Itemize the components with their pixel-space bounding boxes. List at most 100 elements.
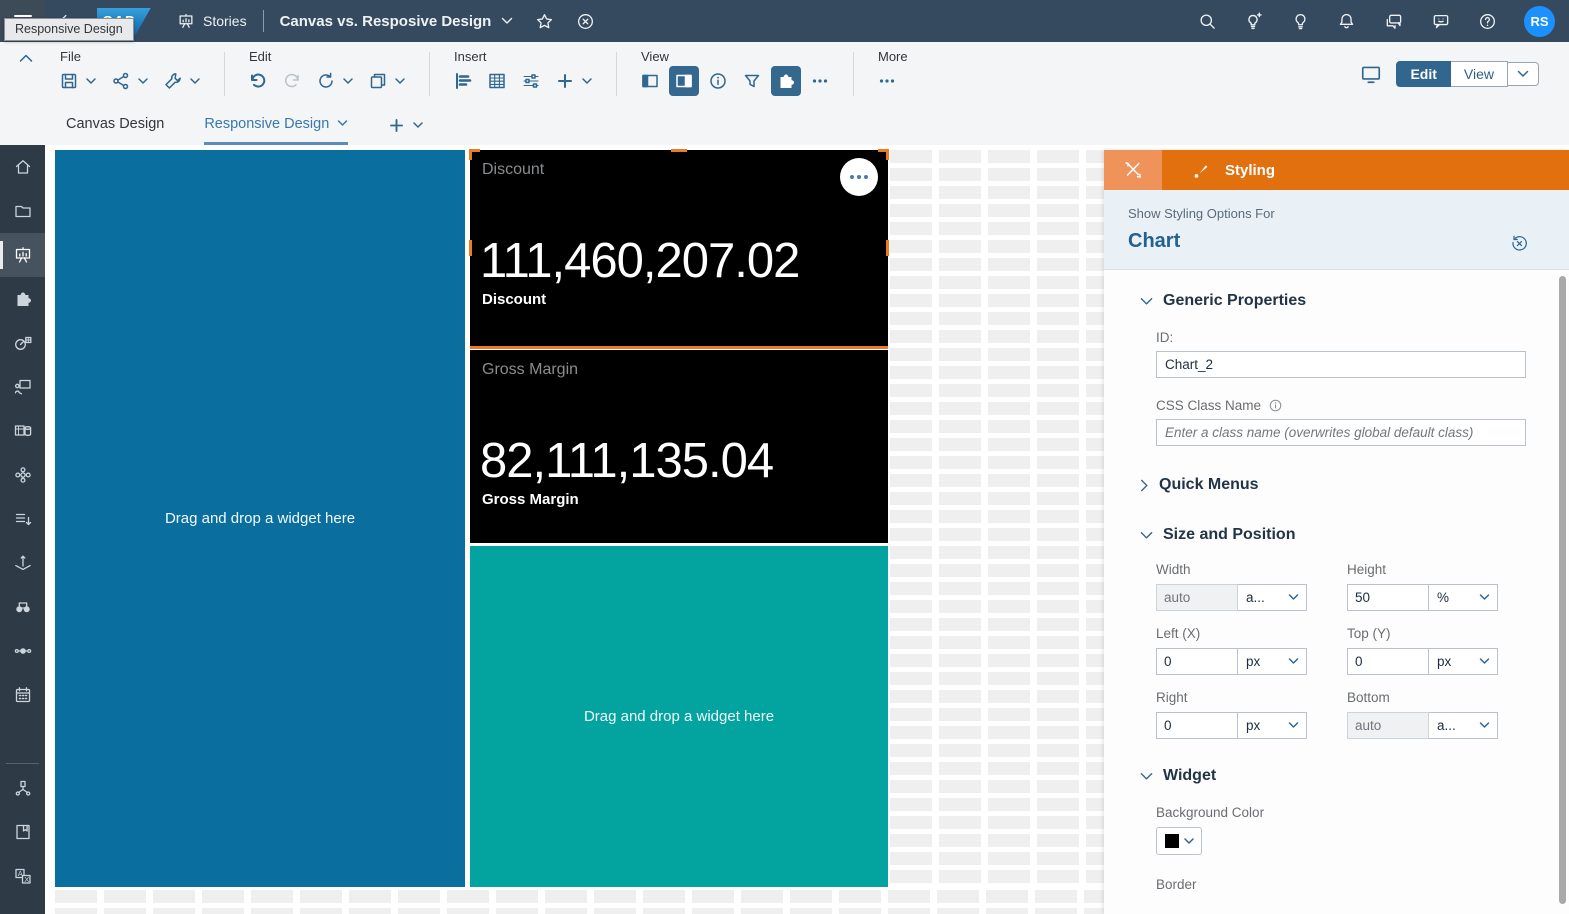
- top-y-value-input[interactable]: [1347, 648, 1429, 675]
- right-value-input[interactable]: [1156, 712, 1238, 739]
- clear-selection-button[interactable]: [1510, 234, 1529, 253]
- selection-handle[interactable]: [886, 240, 889, 256]
- nav-datasets[interactable]: [0, 409, 45, 453]
- right-unit-select[interactable]: px: [1238, 712, 1307, 739]
- story-title-menu[interactable]: Canvas vs. Resposive Design: [280, 13, 514, 30]
- nav-digital-boardroom[interactable]: [0, 321, 45, 365]
- nav-analytic-applications[interactable]: [0, 277, 45, 321]
- mode-menu-chevron[interactable]: [1508, 62, 1539, 86]
- refresh-menu-chevron[interactable]: [343, 77, 353, 85]
- chevron-down-icon: [1288, 658, 1299, 664]
- selection-handle[interactable]: [469, 149, 480, 160]
- feedback-button[interactable]: [1431, 12, 1451, 31]
- selection-handle[interactable]: [469, 240, 472, 256]
- selection-handle[interactable]: [671, 149, 687, 152]
- right-panel-toggle[interactable]: [669, 66, 699, 96]
- nav-calendar[interactable]: [0, 673, 45, 717]
- nav-stories[interactable]: [0, 233, 45, 277]
- left-x-unit-select[interactable]: px: [1238, 648, 1307, 675]
- kpi-tile-discount[interactable]: Discount 111,460,207.02 Discount: [469, 149, 889, 349]
- user-avatar[interactable]: RS: [1524, 5, 1555, 37]
- id-input[interactable]: [1156, 351, 1526, 378]
- left-panel-toggle[interactable]: [635, 66, 665, 96]
- share-menu-chevron[interactable]: [138, 77, 148, 85]
- product-switch[interactable]: Stories: [177, 12, 247, 30]
- undo-button[interactable]: [243, 66, 273, 96]
- section-widget[interactable]: Widget: [1140, 767, 1569, 785]
- nav-security[interactable]: [0, 766, 45, 810]
- nav-translation[interactable]: AX: [0, 854, 45, 898]
- nav-presentations[interactable]: [0, 365, 45, 409]
- tools-menu-chevron[interactable]: [190, 77, 200, 85]
- builder-tab[interactable]: [1104, 150, 1162, 190]
- toolbar: File Edit Insert View More Edit View: [0, 42, 1569, 106]
- selection-resize-edge[interactable]: [470, 346, 888, 349]
- styling-tab[interactable]: Styling: [1192, 161, 1275, 180]
- nav-search-to-insight[interactable]: [0, 585, 45, 629]
- section-size-position[interactable]: Size and Position: [1140, 526, 1569, 544]
- insert-menu-chevron[interactable]: [582, 77, 592, 85]
- height-unit-select[interactable]: %: [1429, 584, 1498, 611]
- kpi-tile-gross-margin[interactable]: Gross Margin 82,111,135.04 Gross Margin: [470, 350, 888, 543]
- widget-more-actions-button[interactable]: [840, 158, 878, 196]
- bottom-unit-select[interactable]: a...: [1429, 712, 1498, 739]
- empty-widget-teal[interactable]: Drag and drop a widget here: [470, 546, 888, 887]
- nav-catalog[interactable]: [0, 810, 45, 854]
- width-unit-select[interactable]: a...: [1238, 584, 1307, 611]
- left-x-value-input[interactable]: [1156, 648, 1238, 675]
- close-story-button[interactable]: [576, 12, 595, 31]
- tab-canvas-design[interactable]: Canvas Design: [66, 106, 164, 145]
- view-more-button[interactable]: [805, 66, 835, 96]
- nav-processes[interactable]: [0, 629, 45, 673]
- nav-files[interactable]: [0, 189, 45, 233]
- discussions-button[interactable]: [1383, 12, 1404, 31]
- nav-modeler[interactable]: [0, 453, 45, 497]
- insert-input-control-button[interactable]: [516, 66, 546, 96]
- section-quick-menus[interactable]: Quick Menus: [1140, 476, 1569, 494]
- section-generic-properties[interactable]: Generic Properties: [1140, 292, 1569, 310]
- duplicate-button[interactable]: [363, 66, 393, 96]
- redo-button[interactable]: [277, 66, 307, 96]
- selection-handle[interactable]: [878, 149, 889, 160]
- save-button[interactable]: [54, 66, 84, 96]
- insights-button[interactable]: [1291, 12, 1310, 31]
- toolbar-group-view: View: [633, 42, 837, 106]
- page-tabs: Canvas Design Responsive Design: [0, 106, 1569, 145]
- duplicate-menu-chevron[interactable]: [395, 77, 405, 85]
- notifications-button[interactable]: [1337, 12, 1356, 31]
- details-button[interactable]: [703, 66, 733, 96]
- insert-more-button[interactable]: [550, 66, 580, 96]
- css-class-input[interactable]: [1156, 419, 1526, 446]
- story-canvas[interactable]: Drag and drop a widget here Discount 111…: [45, 145, 1569, 914]
- help-button[interactable]: [1478, 12, 1497, 31]
- nav-dimensions[interactable]: [0, 497, 45, 541]
- add-page-button[interactable]: [388, 106, 424, 145]
- save-menu-chevron[interactable]: [86, 77, 96, 85]
- height-value-input[interactable]: [1347, 584, 1429, 611]
- background-color-picker[interactable]: [1156, 827, 1202, 855]
- empty-widget-blue[interactable]: Drag and drop a widget here: [55, 150, 465, 887]
- ai-assistant-button[interactable]: [1244, 11, 1264, 31]
- tab-responsive-design[interactable]: Responsive Design: [204, 106, 349, 145]
- edit-mode-button[interactable]: Edit: [1396, 61, 1451, 87]
- more-button[interactable]: [872, 66, 902, 96]
- refresh-button[interactable]: [311, 66, 341, 96]
- insert-chart-button[interactable]: [448, 66, 478, 96]
- info-icon[interactable]: [1268, 398, 1283, 413]
- insert-table-button[interactable]: [482, 66, 512, 96]
- favorite-button[interactable]: [535, 12, 554, 31]
- search-button[interactable]: [1198, 12, 1217, 31]
- shellbar-actions: RS: [1198, 5, 1569, 37]
- extensions-button[interactable]: [771, 66, 801, 96]
- view-mode-button[interactable]: View: [1450, 61, 1508, 87]
- share-button[interactable]: [106, 66, 136, 96]
- collapse-toolbar-button[interactable]: [0, 42, 52, 106]
- device-preview-icon[interactable]: [1360, 63, 1382, 85]
- tools-button[interactable]: [158, 66, 188, 96]
- filter-button[interactable]: [737, 66, 767, 96]
- top-y-unit-select[interactable]: px: [1429, 648, 1498, 675]
- nav-home[interactable]: [0, 145, 45, 189]
- group-label-edit: Edit: [249, 49, 272, 64]
- panel-scrollbar[interactable]: [1559, 276, 1566, 904]
- nav-currency[interactable]: [0, 541, 45, 585]
